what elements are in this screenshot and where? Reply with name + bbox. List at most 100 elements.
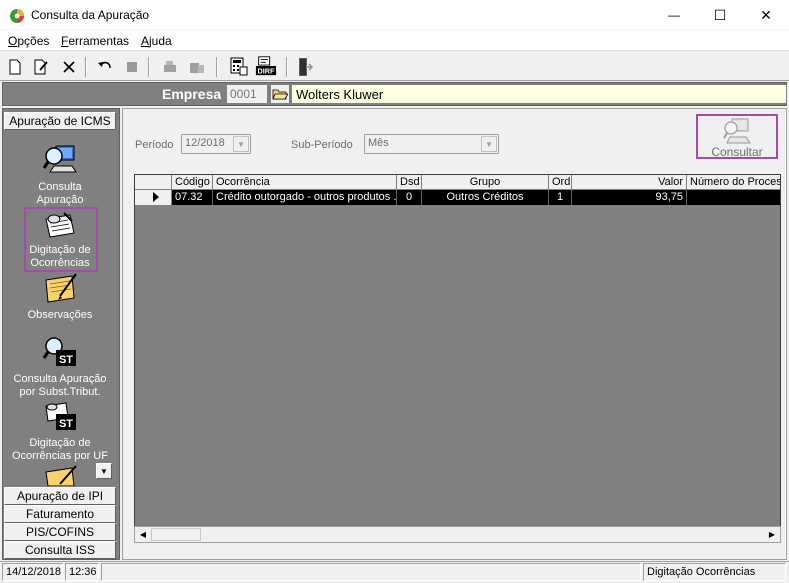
maximize-button[interactable]: ☐	[697, 0, 743, 30]
edit-document-icon	[34, 59, 48, 75]
toolbar	[0, 52, 789, 81]
sidebar-header-consulta-iss[interactable]: Consulta ISS	[4, 541, 116, 559]
grid-cell-codigo[interactable]: 07.32	[172, 190, 213, 205]
toolbar-separator	[148, 57, 150, 77]
subperiodo-dropdown-button[interactable]: ▼	[481, 136, 497, 152]
stop-square-icon	[127, 62, 137, 72]
grid-indicator-header	[135, 175, 172, 190]
dirf-report-icon: DIRF	[255, 56, 277, 75]
sidebar-item-observacoes[interactable]: Observações	[6, 309, 114, 322]
svg-text:ST: ST	[59, 354, 73, 366]
app-icon	[10, 9, 24, 23]
undo-icon	[98, 61, 111, 69]
minimize-button[interactable]: —	[651, 0, 697, 30]
scroll-thumb[interactable]	[151, 528, 201, 541]
grid-row-indicator	[135, 190, 172, 205]
chevron-down-icon: ▼	[485, 139, 493, 149]
periodo-label: Período	[135, 139, 174, 151]
triangle-right-icon: ▶	[768, 530, 776, 539]
print-button[interactable]	[159, 56, 181, 78]
row-pointer-icon	[153, 192, 159, 202]
undo-button[interactable]	[94, 56, 116, 78]
grid-header-grupo[interactable]: Grupo	[422, 175, 549, 190]
toolbar-separator	[85, 57, 87, 77]
observacoes-icon	[45, 273, 77, 303]
consultar-button[interactable]: Consultar	[696, 114, 778, 159]
grid-header-dsd[interactable]: Dsd	[397, 175, 422, 190]
periodo-dropdown-button[interactable]: ▼	[233, 136, 249, 152]
delete-x-icon	[63, 61, 75, 73]
dirf-button[interactable]: DIRF	[255, 55, 277, 77]
new-document-icon	[9, 59, 21, 75]
grid-cell-grupo[interactable]: Outros Créditos	[422, 190, 549, 205]
sidebar-item-digitacao-ocorrencias[interactable]: Digitação de Ocorrências	[6, 244, 114, 270]
svg-text:ST: ST	[59, 418, 73, 430]
edit-button[interactable]	[30, 56, 52, 78]
grid-cell-numero-processo[interactable]	[687, 190, 780, 205]
digitacao-ocorrencias-uf-icon: ST	[45, 402, 76, 430]
triangle-down-icon: ▼	[100, 466, 108, 476]
grid-cell-ord[interactable]: 1	[549, 190, 572, 205]
next-item-icon	[45, 465, 77, 486]
print-preview-button[interactable]	[186, 56, 208, 78]
subperiodo-label: Sub-Período	[291, 139, 353, 151]
grid-cell-dsd[interactable]: 0	[397, 190, 422, 205]
exit-door-icon	[299, 58, 314, 76]
status-date: 14/12/2018	[2, 563, 63, 581]
toolbar-separator	[286, 57, 288, 77]
periodo-select[interactable]: 12/2018 ▼	[181, 134, 251, 154]
empresa-code-field[interactable]: 0001	[226, 84, 268, 104]
scroll-left-button[interactable]: ◀	[136, 528, 150, 541]
status-panel-empty	[101, 563, 641, 581]
calculator-icon	[230, 57, 248, 76]
grid-header-valor[interactable]: Valor	[572, 175, 687, 190]
results-grid: Código Ocorrência Dsd Grupo Ord Valor Nú…	[134, 174, 781, 543]
grid-header-codigo[interactable]: Código	[172, 175, 213, 190]
consultar-label: Consultar	[711, 145, 763, 159]
svg-text:DIRF: DIRF	[257, 66, 275, 75]
toolbar-separator	[216, 57, 218, 77]
close-icon: ✕	[760, 6, 772, 23]
printer-icon	[164, 61, 176, 72]
scroll-right-button[interactable]: ▶	[765, 528, 779, 541]
grid-header-ocorrencia[interactable]: Ocorrência	[213, 175, 397, 190]
sidebar-header-ipi[interactable]: Apuração de IPI	[4, 487, 116, 505]
chevron-down-icon: ▼	[237, 139, 245, 149]
menu-ajuda[interactable]: Ajuda	[141, 34, 172, 48]
maximize-icon: ☐	[713, 6, 727, 23]
minimize-icon: —	[668, 8, 680, 22]
periodo-value: 12/2018	[185, 137, 225, 149]
folder-open-icon	[272, 89, 288, 100]
empresa-label: Empresa	[162, 86, 222, 102]
menu-ferramentas[interactable]: Ferramentas	[61, 34, 129, 48]
grid-horizontal-scrollbar[interactable]: ◀ ▶	[134, 526, 781, 543]
status-message: Digitação Ocorrências	[643, 563, 786, 581]
menu-opcoes[interactable]: Opções	[8, 34, 49, 48]
subperiodo-value: Mês	[368, 137, 389, 149]
grid-header-ord[interactable]: Ord	[549, 175, 572, 190]
grid-cell-ocorrencia[interactable]: Crédito outorgado - outros produtos ...	[213, 190, 397, 205]
sidebar-item-consulta-apuracao[interactable]: Consulta Apuração	[6, 181, 114, 207]
empresa-name-field: Wolters Kluwer	[291, 84, 787, 104]
sidebar-header-icms[interactable]: Apuração de ICMS	[4, 112, 116, 130]
subperiodo-select[interactable]: Mês ▼	[364, 134, 499, 154]
close-button[interactable]: ✕	[743, 0, 789, 30]
new-button[interactable]	[4, 56, 26, 78]
stop-button[interactable]	[121, 56, 143, 78]
digitacao-ocorrencias-icon	[45, 212, 75, 238]
consultar-icon	[723, 118, 751, 144]
delete-button[interactable]	[58, 56, 80, 78]
empresa-browse-button[interactable]	[270, 84, 290, 104]
grid-cell-valor[interactable]: 93,75	[572, 190, 687, 205]
sidebar-scroll-down-button[interactable]: ▼	[96, 463, 112, 479]
sidebar-item-digitacao-ocorrencias-uf[interactable]: Digitação de Ocorrências por UF	[6, 437, 114, 463]
grid-header-numero-processo[interactable]: Número do Process	[687, 175, 780, 190]
exit-button[interactable]	[294, 56, 316, 78]
window-title: Consulta da Apuração	[31, 8, 150, 22]
consulta-subst-tribut-icon: ST	[42, 337, 76, 366]
calculator-button[interactable]	[228, 56, 250, 78]
sidebar-header-pis-cofins[interactable]: PIS/COFINS	[4, 523, 116, 541]
sidebar-item-consulta-subst-tribut[interactable]: Consulta Apuração por Subst.Tribut.	[6, 373, 114, 399]
status-time: 12:36	[65, 563, 99, 581]
sidebar-header-faturamento[interactable]: Faturamento	[4, 505, 116, 523]
